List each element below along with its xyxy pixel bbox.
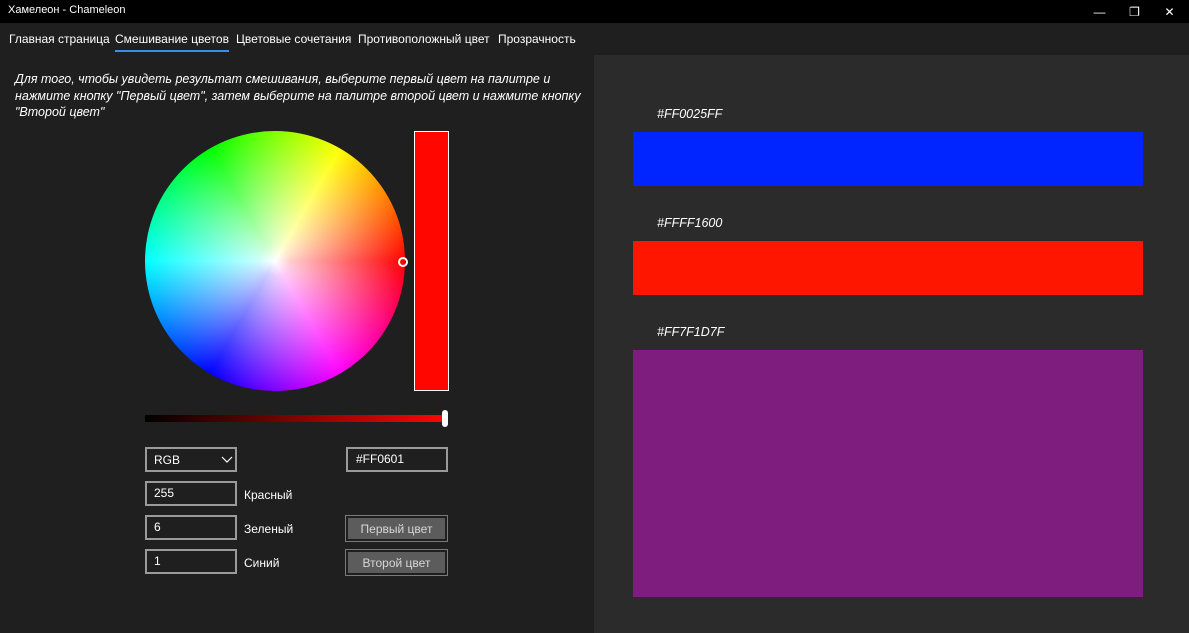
brightness-slider[interactable] [145, 415, 445, 422]
title-bar: Хамелеон - Chameleon — ❐ ✕ [0, 0, 1189, 23]
blue-label: Синий [244, 556, 280, 570]
selected-color-preview [414, 131, 449, 391]
tab-opposite-color[interactable]: Противоположный цвет [358, 32, 490, 46]
tab-transparency[interactable]: Прозрачность [498, 32, 576, 46]
tab-bar: Главная страница Смешивание цветов Цвето… [0, 23, 1189, 55]
restore-button[interactable]: ❐ [1117, 0, 1152, 23]
green-label: Зеленый [244, 522, 294, 536]
chevron-down-icon [221, 456, 233, 463]
color-mode-select[interactable]: RGB [145, 447, 237, 472]
red-input[interactable]: 255 [145, 481, 237, 506]
first-color-hex: #FF0025FF [657, 107, 723, 121]
color-picker-panel: Для того, чтобы увидеть результат смешив… [0, 55, 594, 633]
mixed-color-swatch [633, 350, 1143, 597]
instructions-text: Для того, чтобы увидеть результат смешив… [15, 72, 581, 119]
green-input[interactable]: 6 [145, 515, 237, 540]
brightness-slider-thumb[interactable] [442, 410, 448, 427]
tab-color-combinations[interactable]: Цветовые сочетания [236, 32, 351, 46]
hex-input[interactable]: #FF0601 [346, 447, 448, 472]
mixed-color-hex: #FF7F1D7F [657, 325, 725, 339]
minimize-button[interactable]: — [1082, 0, 1117, 23]
second-color-hex: #FFFF1600 [657, 216, 723, 230]
close-icon: ✕ [1164, 4, 1175, 19]
first-color-swatch [633, 132, 1143, 186]
color-mode-value: RGB [154, 453, 181, 467]
window-title: Хамелеон - Chameleon [8, 4, 126, 16]
close-button[interactable]: ✕ [1152, 0, 1187, 23]
results-panel: #FF0025FF #FFFF1600 #FF7F1D7F [594, 55, 1189, 633]
tab-home[interactable]: Главная страница [9, 32, 110, 46]
color-wheel-cursor[interactable] [398, 257, 408, 267]
second-color-button[interactable]: Второй цвет [345, 549, 448, 576]
minimize-icon: — [1093, 4, 1106, 19]
restore-icon: ❐ [1129, 4, 1140, 19]
red-label: Красный [244, 488, 293, 502]
blue-input[interactable]: 1 [145, 549, 237, 574]
first-color-button[interactable]: Первый цвет [345, 515, 448, 542]
second-color-swatch [633, 241, 1143, 295]
color-wheel[interactable] [145, 131, 405, 391]
tab-color-mixing[interactable]: Смешивание цветов [115, 32, 229, 52]
